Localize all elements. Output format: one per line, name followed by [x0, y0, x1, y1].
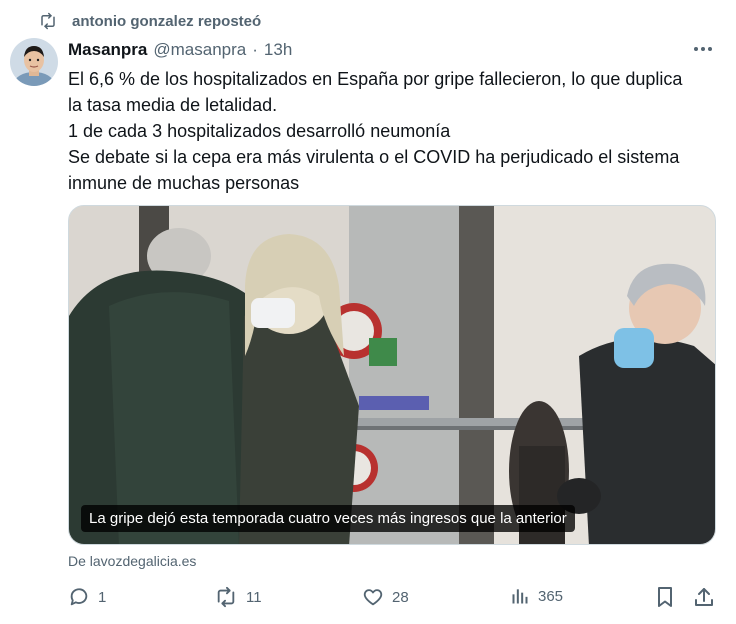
handle[interactable]: @masanpra: [153, 40, 246, 60]
timestamp[interactable]: 13h: [264, 40, 292, 60]
more-icon: [694, 47, 712, 51]
media-caption: La gripe dejó esta temporada cuatro vece…: [81, 505, 575, 532]
tweet-text-line: la tasa media de letalidad.: [68, 95, 278, 115]
heart-icon: [363, 589, 383, 606]
share-button[interactable]: [694, 586, 714, 608]
link-source[interactable]: De lavozdegalicia.es: [68, 553, 196, 569]
tweet-text-line: inmune de muchas personas: [68, 173, 300, 193]
bookmark-icon: [658, 587, 672, 607]
tweet-header: Masanpra @masanpra · 13h: [68, 40, 292, 60]
view-count: 365: [538, 587, 564, 605]
share-icon: [695, 588, 713, 606]
reply-icon: [70, 588, 88, 606]
repost-button[interactable]: 11: [214, 586, 262, 608]
repost-label[interactable]: antonio gonzalez reposteó: [72, 13, 261, 30]
reply-button[interactable]: 1: [68, 586, 106, 608]
repost-icon: [217, 586, 235, 608]
avatar[interactable]: [10, 38, 58, 86]
like-button[interactable]: 28: [362, 586, 409, 608]
tweet-text-line: El 6,6 % de los hospitalizados en España…: [68, 69, 683, 89]
news-photo: [69, 206, 715, 544]
reply-count: 1: [98, 588, 107, 606]
action-bar: 1 11 28 365: [0, 586, 736, 614]
repost-icon: [41, 12, 55, 30]
bookmark-button[interactable]: [656, 586, 674, 608]
display-name[interactable]: Masanpra: [68, 40, 147, 60]
tweet-text-line: Se debate si la cepa era más virulenta o…: [68, 147, 680, 167]
tweet-text: El 6,6 % de los hospitalizados en España…: [68, 66, 718, 196]
more-options-button[interactable]: [692, 40, 714, 63]
tweet-text-line: 1 de cada 3 hospitalizados desarrolló ne…: [68, 121, 451, 141]
analytics-icon: [512, 589, 528, 604]
separator: ·: [252, 40, 258, 59]
repost-header: antonio gonzalez reposteó: [38, 12, 261, 30]
like-count: 28: [392, 588, 409, 606]
views-button[interactable]: 365: [510, 586, 563, 606]
repost-count: 11: [246, 588, 262, 606]
media-card[interactable]: La gripe dejó esta temporada cuatro vece…: [68, 205, 716, 545]
